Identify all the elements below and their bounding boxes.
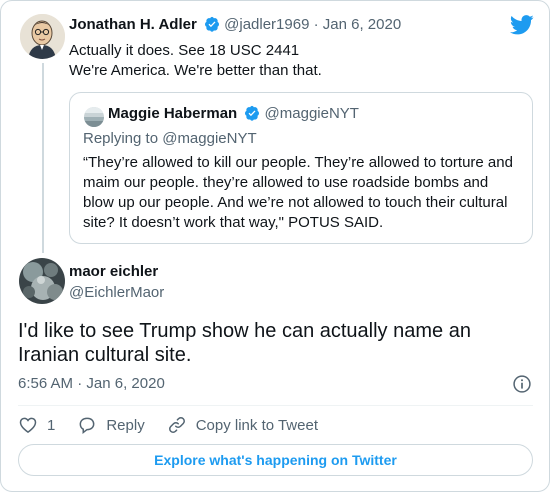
parent-date[interactable]: Jan 6, 2020 — [323, 16, 401, 33]
quoted-tweet[interactable]: Maggie Haberman @maggieNYT Replying to @… — [69, 92, 533, 244]
quoted-text-line: maim our people. they’re allowed to use … — [83, 174, 489, 191]
verified-badge-icon — [245, 105, 260, 121]
parent-tweet-text: Actually it does. See 18 USC 2441 We're … — [69, 41, 322, 81]
quoted-handle[interactable]: @maggieNYT — [265, 105, 359, 122]
copy-link-button[interactable]: Copy link to Tweet — [167, 415, 318, 435]
parent-avatar[interactable] — [20, 14, 65, 59]
like-count: 1 — [47, 416, 56, 434]
like-button[interactable]: 1 — [18, 415, 55, 435]
avatar-illustration-icon — [20, 14, 65, 59]
main-avatar[interactable] — [19, 258, 65, 304]
main-tweet-text: I'd like to see Trump show he can actual… — [18, 319, 533, 367]
avatar-photo-icon — [84, 107, 104, 127]
quoted-header: Maggie Haberman @maggieNYT — [108, 105, 359, 122]
link-icon — [168, 417, 185, 433]
quoted-tweet-text: “They’re allowed to kill our people. The… — [83, 153, 523, 233]
divider — [18, 405, 533, 406]
twitter-bird-icon[interactable] — [510, 15, 534, 35]
meta-separator: · — [77, 375, 83, 392]
tweet-date: Jan 6, 2020 — [86, 375, 165, 392]
quoted-author-name[interactable]: Maggie Haberman — [108, 105, 237, 122]
thread-connector-line — [42, 63, 44, 253]
main-author-name[interactable]: maor eichler — [69, 263, 158, 280]
tweet-time: 6:56 AM — [18, 375, 74, 392]
quoted-replying-to: Replying to @maggieNYT — [83, 130, 257, 147]
main-text-line: Iranian cultural site. — [18, 344, 192, 366]
reply-button[interactable]: Reply — [77, 415, 145, 435]
info-icon[interactable] — [512, 374, 532, 394]
action-bar: 1 Reply Copy link to Tweet — [18, 413, 340, 437]
parent-author-name[interactable]: Jonathan H. Adler — [69, 16, 197, 33]
parent-text-line: Actually it does. See 18 USC 2441 — [69, 42, 300, 59]
quoted-text-line: blow up our people. And we’re not allowe… — [83, 194, 508, 211]
tweet-embed-card: Jonathan H. Adler @jadler1969 · Jan 6, 2… — [0, 0, 550, 492]
heart-icon — [19, 417, 37, 433]
quoted-text-line: site? It doesn’t work that way," POTUS S… — [83, 214, 384, 231]
quoted-avatar — [84, 107, 104, 127]
header-separator: · — [313, 16, 319, 33]
avatar-photo-icon — [19, 258, 65, 304]
verified-badge-icon — [204, 16, 219, 32]
explore-twitter-button[interactable]: Explore what's happening on Twitter — [18, 444, 533, 476]
main-header: maor eichler — [69, 263, 158, 280]
copy-link-label: Copy link to Tweet — [195, 416, 318, 434]
main-handle[interactable]: @EichlerMaor — [69, 284, 164, 301]
main-text-line: I'd like to see Trump show he can actual… — [18, 320, 471, 342]
reply-bubble-icon — [79, 417, 95, 435]
tweet-timestamp[interactable]: 6:56 AM · Jan 6, 2020 — [18, 375, 165, 392]
reply-label: Reply — [106, 416, 145, 434]
quoted-text-line: “They’re allowed to kill our people. The… — [83, 154, 513, 171]
parent-text-line: We're America. We're better than that. — [69, 62, 322, 79]
parent-handle[interactable]: @jadler1969 — [224, 16, 309, 33]
parent-header: Jonathan H. Adler @jadler1969 · Jan 6, 2… — [69, 16, 401, 33]
